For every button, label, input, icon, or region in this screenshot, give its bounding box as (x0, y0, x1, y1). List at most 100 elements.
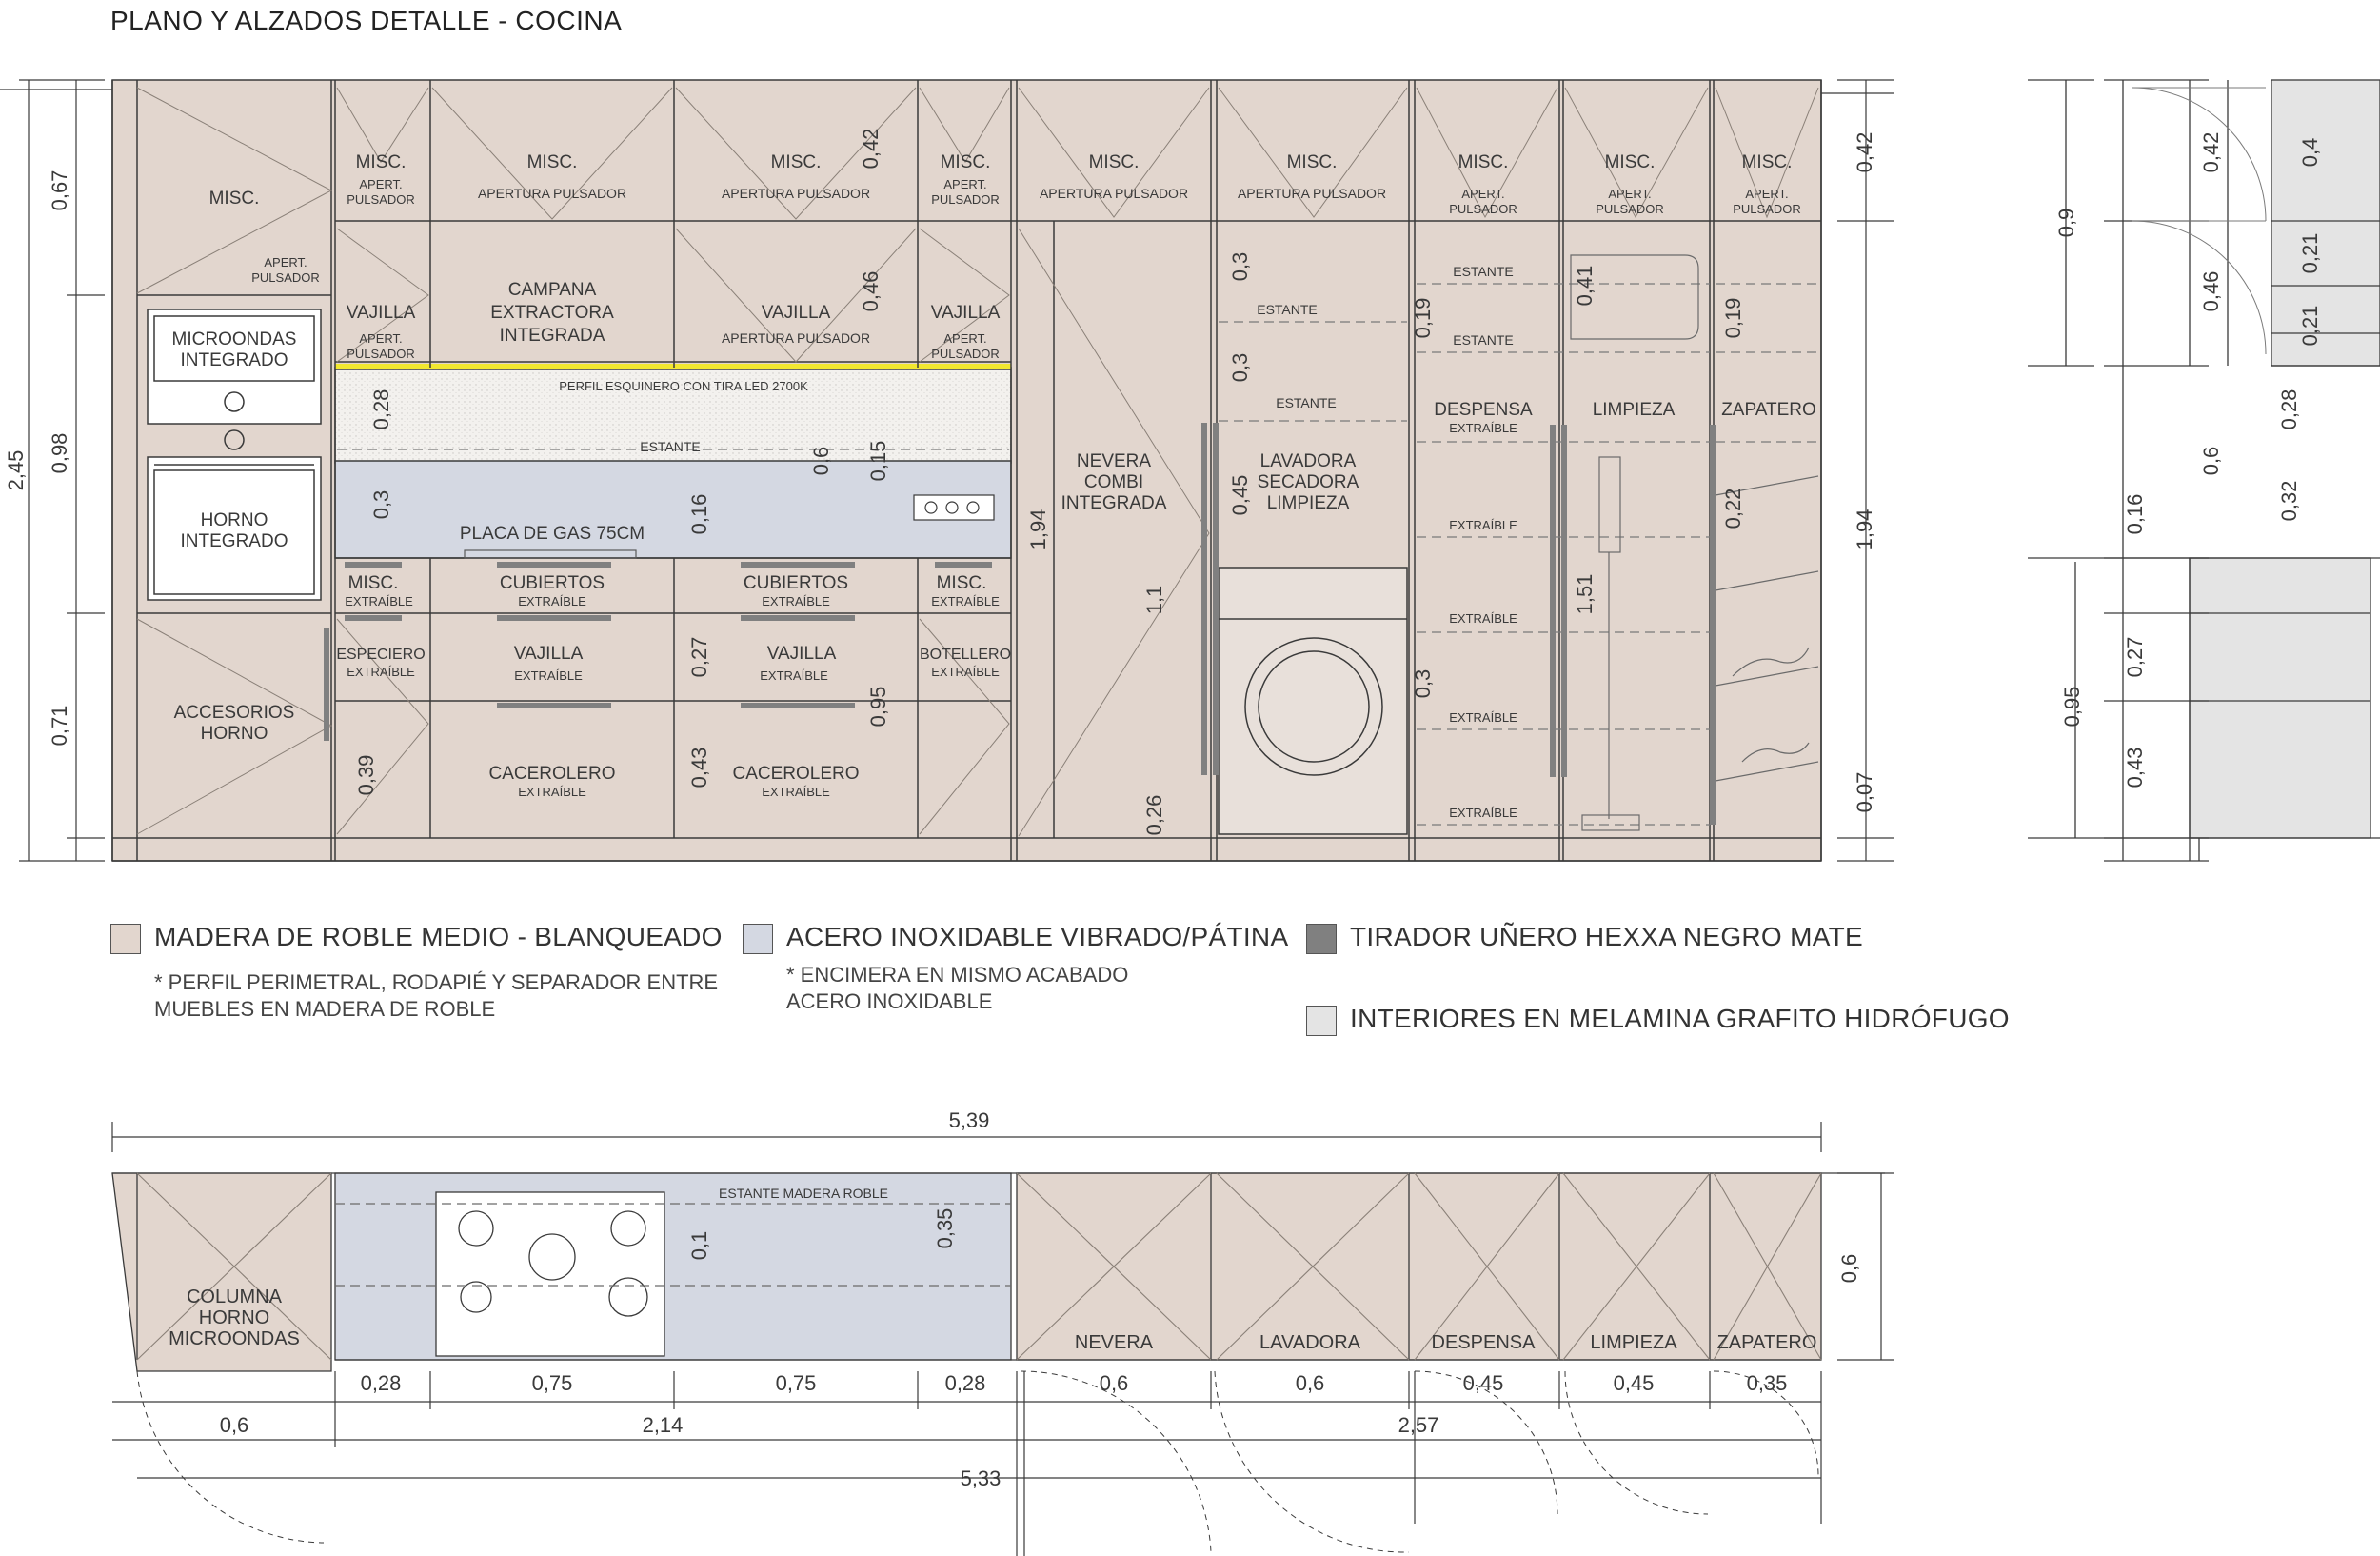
plan-width-1: 0,28 (361, 1371, 402, 1395)
label-lavadora-3: LIMPIEZA (1267, 493, 1350, 513)
steel-backsplash (334, 460, 1012, 559)
label-apertura-6: APERTURA PULSADOR (1040, 186, 1188, 201)
dim-0-95: 0,95 (866, 687, 890, 728)
dim-0-39: 0,39 (354, 755, 378, 796)
dim-0-26: 0,26 (1142, 795, 1166, 836)
label-horno-2: INTEGRADO (181, 531, 288, 551)
plan-label-estante: ESTANTE MADERA ROBLE (719, 1186, 888, 1201)
section-door-arcs (2132, 87, 2267, 355)
label-vajilla-drawer-1: VAJILLA (514, 644, 584, 664)
label-apert-9: APERT. (1608, 187, 1651, 201)
plan-label-zapatero: ZAPATERO (1717, 1332, 1817, 1353)
label-estante-lav-1: ESTANTE (1257, 302, 1318, 317)
dim-0-45: 0,45 (1228, 475, 1252, 516)
label-extraible-11: EXTRAÍBLE (1449, 421, 1517, 435)
dim-0-16: 0,16 (687, 494, 711, 535)
section-dim-0-6: 0,6 (2199, 447, 2223, 476)
label-misc-5: MISC. (941, 152, 991, 172)
label-apert-1: APERT. (264, 255, 307, 269)
label-extraible-2: EXTRAÍBLE (518, 594, 586, 608)
label-estante-desp-1: ESTANTE (1453, 264, 1514, 279)
label-apert-2: APERT. (359, 177, 402, 191)
dim-right-bottom: 0,07 (1853, 772, 1876, 813)
dim-right-mid: 1,94 (1853, 509, 1876, 550)
dim-0-41: 0,41 (1573, 266, 1597, 307)
dim-0-3-a: 0,3 (369, 490, 393, 520)
label-misc-drawer-1: MISC. (348, 573, 399, 593)
plan-label-columna-3: MICROONDAS (169, 1328, 300, 1349)
legend-steel-note-2: ACERO INOXIDABLE (786, 989, 993, 1013)
label-misc-4: MISC. (771, 152, 822, 172)
label-extraible-13: EXTRAÍBLE (1449, 611, 1517, 626)
label-apertura-3: APERTURA PULSADOR (478, 186, 626, 201)
dim-0-22: 0,22 (1721, 489, 1745, 529)
dim-0-19-a: 0,19 (1411, 298, 1435, 339)
label-cacerolero-2: CACEROLERO (732, 764, 859, 784)
plan-row3-total: 5,33 (961, 1466, 1002, 1490)
label-vajilla-drawer-2: VAJILLA (767, 644, 837, 664)
label-nevera-3: INTEGRADA (1061, 493, 1167, 513)
kitchen-drawing: MISC. APERT. PULSADOR MICROONDAS INTEGRA… (0, 79, 2380, 1556)
led-strip (335, 364, 1011, 369)
legend-oak: MADERA DE ROBLE MEDIO - BLANQUEADO (154, 922, 723, 951)
plan-label-columna-2: HORNO (199, 1307, 269, 1328)
section-dim-0-28: 0,28 (2277, 389, 2301, 430)
label-pulsador-5: PULSADOR (931, 192, 1000, 207)
legend-steel-note-1: * ENCIMERA EN MISMO ACABADO (786, 963, 1129, 987)
label-botellero: BOTELLERO (920, 647, 1011, 663)
section-dim-0-9: 0,9 (2054, 209, 2078, 238)
legend-oak-note-2: MUEBLES EN MADERA DE ROBLE (154, 997, 496, 1021)
label-lavadora-2: SECADORA (1258, 472, 1359, 492)
label-apert-8: APERT. (1461, 187, 1504, 201)
dim-0-6: 0,6 (809, 447, 833, 476)
label-pulsador-8: PULSADOR (1449, 202, 1517, 216)
label-cubiertos-2: CUBIERTOS (744, 573, 848, 593)
section-dim-0-42: 0,42 (2199, 132, 2223, 173)
section-dim-0-21-a: 0,21 (2298, 233, 2322, 274)
plan-width-6: 0,6 (1296, 1371, 1325, 1395)
plan-label-nevera: NEVERA (1075, 1332, 1154, 1353)
label-misc-6: MISC. (1089, 152, 1140, 172)
dim-0-28: 0,28 (369, 389, 393, 430)
plan-dim-total-top: 5,39 (949, 1108, 990, 1132)
label-misc-2: MISC. (356, 152, 407, 172)
swatch-handle (1306, 924, 1337, 954)
plan-width-4: 0,28 (945, 1371, 986, 1395)
label-campana-2: EXTRACTORA (490, 303, 614, 323)
dim-1-94: 1,94 (1026, 509, 1050, 550)
section-dim-0-27: 0,27 (2123, 637, 2147, 678)
label-estante-lav-2: ESTANTE (1276, 395, 1337, 410)
swatch-graphite (1306, 1006, 1337, 1036)
label-vajilla-2: VAJILLA (762, 303, 831, 323)
section-dim-0-95: 0,95 (2060, 687, 2084, 728)
legend-graphite: INTERIORES EN MELAMINA GRAFITO HIDRÓFUGO (1350, 1004, 2010, 1033)
plan-width-5: 0,6 (1100, 1371, 1129, 1395)
socket (913, 494, 995, 521)
label-extraible-3: EXTRAÍBLE (762, 594, 830, 608)
section-dim-0-43: 0,43 (2123, 748, 2147, 788)
label-limpieza: LIMPIEZA (1593, 400, 1676, 420)
dim-0-3-b: 0,3 (1228, 252, 1252, 282)
dim-0-15: 0,15 (866, 441, 890, 482)
label-apert-10: APERT. (1745, 187, 1788, 201)
dim-0-3-d: 0,3 (1411, 669, 1435, 699)
plan-width-2: 0,75 (532, 1371, 573, 1395)
plan-dim-0-1: 0,1 (687, 1231, 711, 1261)
dim-total-height: 2,45 (4, 450, 28, 491)
label-campana-1: CAMPANA (508, 280, 597, 300)
label-vajilla-3: VAJILLA (931, 303, 1001, 323)
plan-label-columna-1: COLUMNA (187, 1287, 283, 1307)
label-extraible-12: EXTRAÍBLE (1449, 518, 1517, 532)
plan-row2-right: 2,57 (1398, 1413, 1439, 1437)
plan-dim-0-35: 0,35 (933, 1208, 957, 1249)
dim-0-43: 0,43 (687, 748, 711, 788)
label-pulsador-10: PULSADOR (1733, 202, 1801, 216)
label-extraible-5: EXTRAÍBLE (347, 665, 415, 679)
label-extraible-15: EXTRAÍBLE (1449, 806, 1517, 820)
label-especiero: ESPECIERO (336, 647, 425, 663)
label-extraible-6: EXTRAÍBLE (514, 668, 583, 683)
dim-0-3-c: 0,3 (1228, 353, 1252, 383)
label-pulsador-2: PULSADOR (347, 192, 415, 207)
legend-steel: ACERO INOXIDABLE VIBRADO/PÁTINA (786, 922, 1289, 951)
label-horno-1: HORNO (201, 510, 268, 530)
